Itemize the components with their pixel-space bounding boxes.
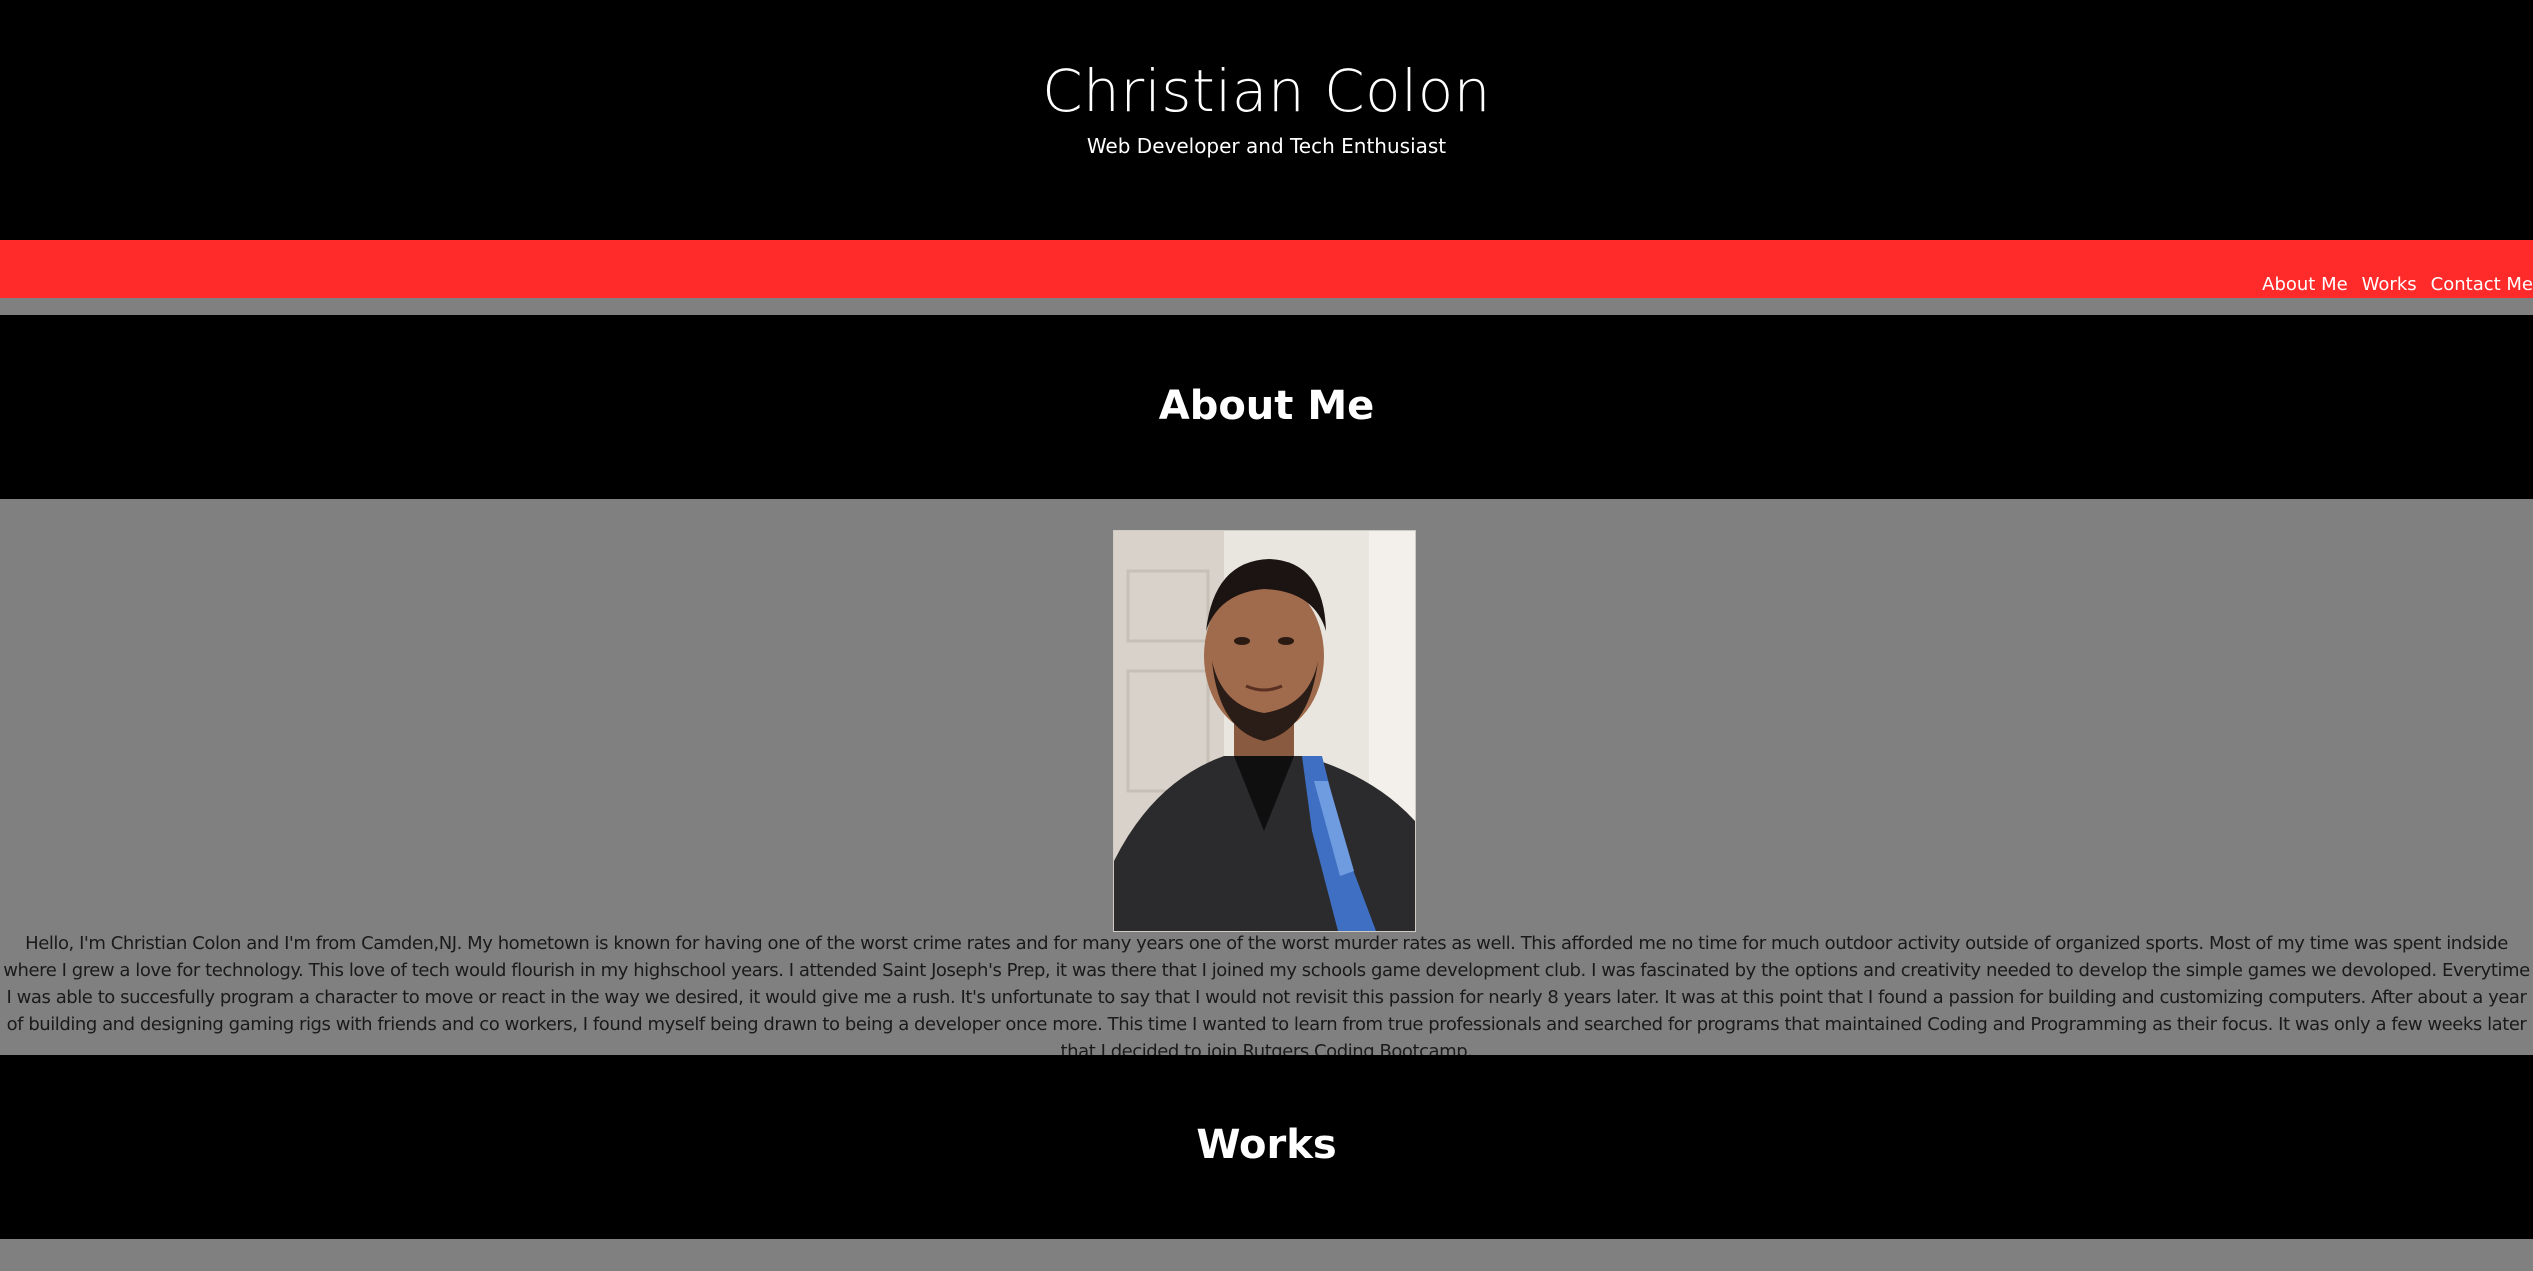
nav-link-about-me[interactable]: About Me <box>2262 274 2348 295</box>
works-heading-band: Works <box>0 1055 2533 1239</box>
nav-links: About Me Works Contact Me <box>2262 272 2533 298</box>
profile-photo-illustration <box>1114 531 1415 931</box>
nav-link-contact-me[interactable]: Contact Me <box>2431 274 2533 295</box>
about-heading-band: About Me <box>0 315 2533 499</box>
profile-photo <box>1113 530 1416 932</box>
about-heading: About Me <box>1158 383 1375 429</box>
site-subtitle: Web Developer and Tech Enthusiast <box>1086 134 1447 158</box>
nav-link-works[interactable]: Works <box>2362 274 2417 295</box>
site-title: Christian Colon <box>1042 57 1491 125</box>
about-bio: Hello, I'm Christian Colon and I'm from … <box>3 933 2530 1062</box>
page: Christian Colon Web Developer and Tech E… <box>0 0 2533 1271</box>
works-heading: Works <box>1196 1122 1337 1168</box>
site-header: Christian Colon Web Developer and Tech E… <box>0 0 2533 240</box>
navbar: About Me Works Contact Me <box>0 240 2533 298</box>
